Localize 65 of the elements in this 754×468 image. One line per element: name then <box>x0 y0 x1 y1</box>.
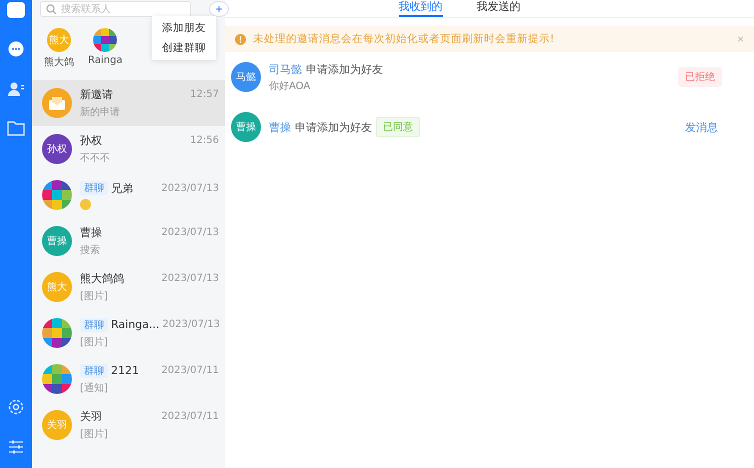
conversation-item[interactable]: 群聊 兄弟 2023/07/13 <box>32 172 225 218</box>
contact-name: Rainga <box>88 55 122 66</box>
message-preview: 不不不 <box>80 152 111 165</box>
conversation-item[interactable]: 群聊 Rainga... 2023/07/13 [图片] <box>32 310 225 356</box>
conversation-time: 12:57 <box>190 89 219 100</box>
contact-name: 熊大鸽 <box>44 56 74 69</box>
conversation-name: 2121 <box>111 364 140 377</box>
avatar: 马懿 <box>231 62 261 92</box>
group-tag: 群聊 <box>80 364 108 378</box>
group-avatar-icon <box>42 180 72 210</box>
menu-item[interactable]: 添加朋友 <box>162 21 206 35</box>
conversation-item[interactable]: 群聊 2121 2023/07/11 [通知] <box>32 356 225 402</box>
avatar: 曹操 <box>231 112 261 142</box>
request-message: 你好AOA <box>269 80 312 92</box>
message-preview: 搜索 <box>80 244 101 257</box>
menu-item[interactable]: 创建群聊 <box>162 41 206 55</box>
search-field[interactable]: 搜索联系人 <box>40 1 191 17</box>
message-preview: [图片] <box>80 336 109 348</box>
conversation-item[interactable]: 曹操 曹操 2023/07/13 搜索 <box>32 218 225 264</box>
request-text: 申请添加为好友 <box>295 120 372 134</box>
add-button[interactable]: + <box>209 1 229 17</box>
conversation-time: 2023/07/11 <box>161 365 219 376</box>
status-tag: 已同意 <box>376 117 420 137</box>
conversation-name: 关羽 <box>80 409 103 424</box>
warning-icon <box>235 34 246 44</box>
conversation-time: 2023/07/11 <box>161 411 219 422</box>
message-preview: [图片] <box>80 290 109 303</box>
chat-icon[interactable] <box>7 40 25 58</box>
avatar: 熊大 <box>42 272 72 302</box>
group-tag: 群聊 <box>80 318 108 332</box>
group-avatar-icon[interactable] <box>93 28 118 52</box>
avatar: 曹操 <box>42 226 72 256</box>
conversation-name: 孙权 <box>80 133 103 148</box>
tab[interactable]: 我发送的 <box>476 1 520 17</box>
conversation-item[interactable]: 关羽 关羽 2023/07/11 [图片] <box>32 402 225 448</box>
search-icon <box>46 4 57 15</box>
conversation-name: 新邀请 <box>80 87 114 102</box>
group-avatar-icon <box>42 318 72 348</box>
contacts-icon[interactable] <box>7 80 25 98</box>
status-tag: 已拒绝 <box>678 67 722 87</box>
conversation-item[interactable]: 孙权 孙权 12:56 不不不 <box>32 126 225 172</box>
group-avatar-icon <box>42 364 72 394</box>
sliders-icon[interactable] <box>7 438 25 456</box>
request-text: 申请添加为好友 <box>306 62 383 76</box>
message-preview: 新的申请 <box>80 106 121 119</box>
group-tag: 群聊 <box>80 181 108 195</box>
conversation-time: 2023/07/13 <box>161 182 219 194</box>
settings-icon[interactable] <box>7 398 25 416</box>
notice-text: 未处理的邀请消息会在每次初始化或者页面刷新时会重新提示! <box>253 32 556 46</box>
avatar: 孙权 <box>42 134 72 164</box>
avatar: 关羽 <box>42 410 72 440</box>
conversation-time: 2023/07/13 <box>161 273 219 284</box>
conversation-name: 曹操 <box>80 225 103 240</box>
folder-icon[interactable] <box>7 120 25 136</box>
message-preview: [通知] <box>80 382 109 394</box>
conversation-item[interactable]: 新邀请 12:57 新的申请 <box>32 80 225 126</box>
conversation-item[interactable]: 熊大 熊大鸽鸽 2023/07/13 [图片] <box>32 264 225 310</box>
conversation-name: 兄弟 <box>111 180 134 196</box>
message-preview: [图片] <box>80 428 109 441</box>
conversation-time: 2023/07/13 <box>162 319 220 330</box>
conversation-time: 2023/07/13 <box>161 227 219 238</box>
conversation-name: 熊大鸽鸽 <box>80 271 125 286</box>
tab[interactable]: 我收到的 <box>398 1 442 17</box>
conversation-time: 12:56 <box>190 135 219 146</box>
conversation-name: Rainga... <box>111 318 160 331</box>
